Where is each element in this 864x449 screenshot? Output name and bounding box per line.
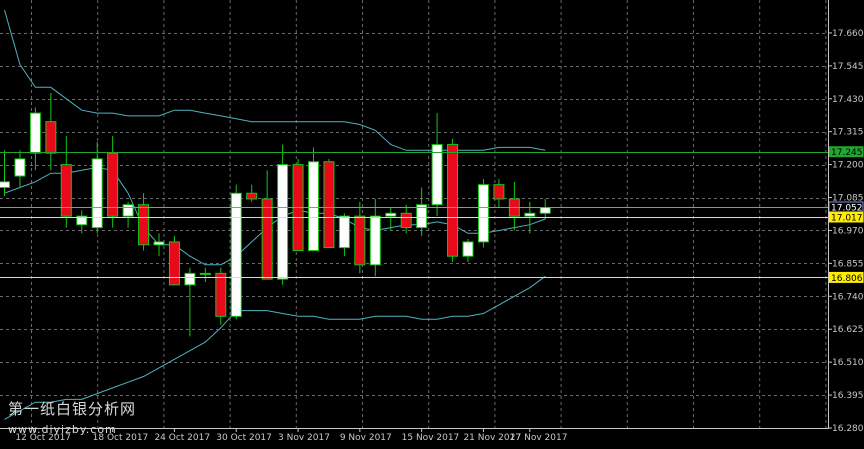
- candle-up: [184, 272, 196, 286]
- candle-down: [400, 212, 412, 229]
- x-tick-label: 15 Nov 2017: [402, 433, 460, 443]
- candle-down: [107, 152, 119, 217]
- candle-up: [29, 112, 41, 154]
- candle-up: [385, 212, 397, 217]
- y-tick-label: 16.740: [832, 292, 864, 302]
- candle-down: [168, 241, 180, 286]
- candle-up: [539, 207, 551, 214]
- y-tick-label: 17.315: [832, 128, 864, 138]
- y-tick-label: 16.510: [832, 358, 864, 368]
- candle-up: [199, 272, 211, 275]
- candle-down: [215, 272, 227, 317]
- candlestick-chart: 17.24517.05217.01716.806 17.66017.54517.…: [0, 0, 864, 443]
- candle-up: [153, 241, 165, 246]
- y-tick-label: 16.855: [832, 259, 864, 269]
- candle-down: [323, 161, 335, 249]
- candle-up: [230, 192, 242, 317]
- candle-up: [431, 144, 443, 206]
- x-tick-label: 9 Nov 2017: [340, 433, 392, 443]
- x-tick-label: 27 Nov 2017: [510, 433, 568, 443]
- y-tick-label: 16.395: [832, 391, 864, 401]
- bollinger-bands: [4, 9, 546, 420]
- candle-down: [447, 144, 459, 257]
- candle-up: [14, 158, 26, 177]
- candle-up: [0, 181, 10, 189]
- y-tick-label: 17.430: [832, 95, 864, 105]
- candle-up: [277, 164, 289, 280]
- y-tick-label: 17.085: [832, 194, 864, 204]
- candle-up: [477, 184, 489, 243]
- y-tick-label: 16.625: [832, 325, 864, 335]
- candles: [0, 93, 551, 337]
- y-tick-label: 16.970: [832, 226, 864, 236]
- candle-down: [60, 164, 72, 217]
- y-tick-label: 17.200: [832, 161, 864, 171]
- watermark-url: www.diyizby.com: [8, 423, 117, 436]
- x-tick-label: 3 Nov 2017: [278, 433, 330, 443]
- y-tick-label: 17.545: [832, 62, 864, 72]
- level_yellow-tag-label: 17.017: [831, 214, 863, 224]
- level_green-tag-label: 17.245: [831, 148, 863, 158]
- candle-down: [493, 184, 505, 200]
- candle-down: [261, 198, 273, 280]
- candle-down: [246, 192, 258, 200]
- watermark-name: 第一纸白银分析网: [8, 400, 137, 418]
- x-tick-label: 30 Oct 2017: [216, 433, 272, 443]
- y-tick-label: 16.280: [832, 424, 864, 434]
- candle-up: [524, 212, 536, 217]
- y-tick-label: 17.660: [832, 29, 864, 39]
- x-tick-label: 24 Oct 2017: [154, 433, 210, 443]
- candle-down: [45, 121, 57, 154]
- candle-up: [462, 241, 474, 257]
- watermark: 第一纸白银分析网 www.diyizby.com: [8, 398, 136, 436]
- candle-up: [122, 204, 134, 217]
- candle-down: [138, 204, 150, 246]
- candle-down: [354, 215, 366, 266]
- candle-up: [308, 161, 319, 252]
- candle-up: [338, 215, 350, 249]
- candle-up: [369, 215, 381, 266]
- candle-up: [416, 204, 428, 229]
- bollinger-upper: [4, 9, 546, 151]
- level_yellow-tag-label: 16.806: [831, 274, 863, 284]
